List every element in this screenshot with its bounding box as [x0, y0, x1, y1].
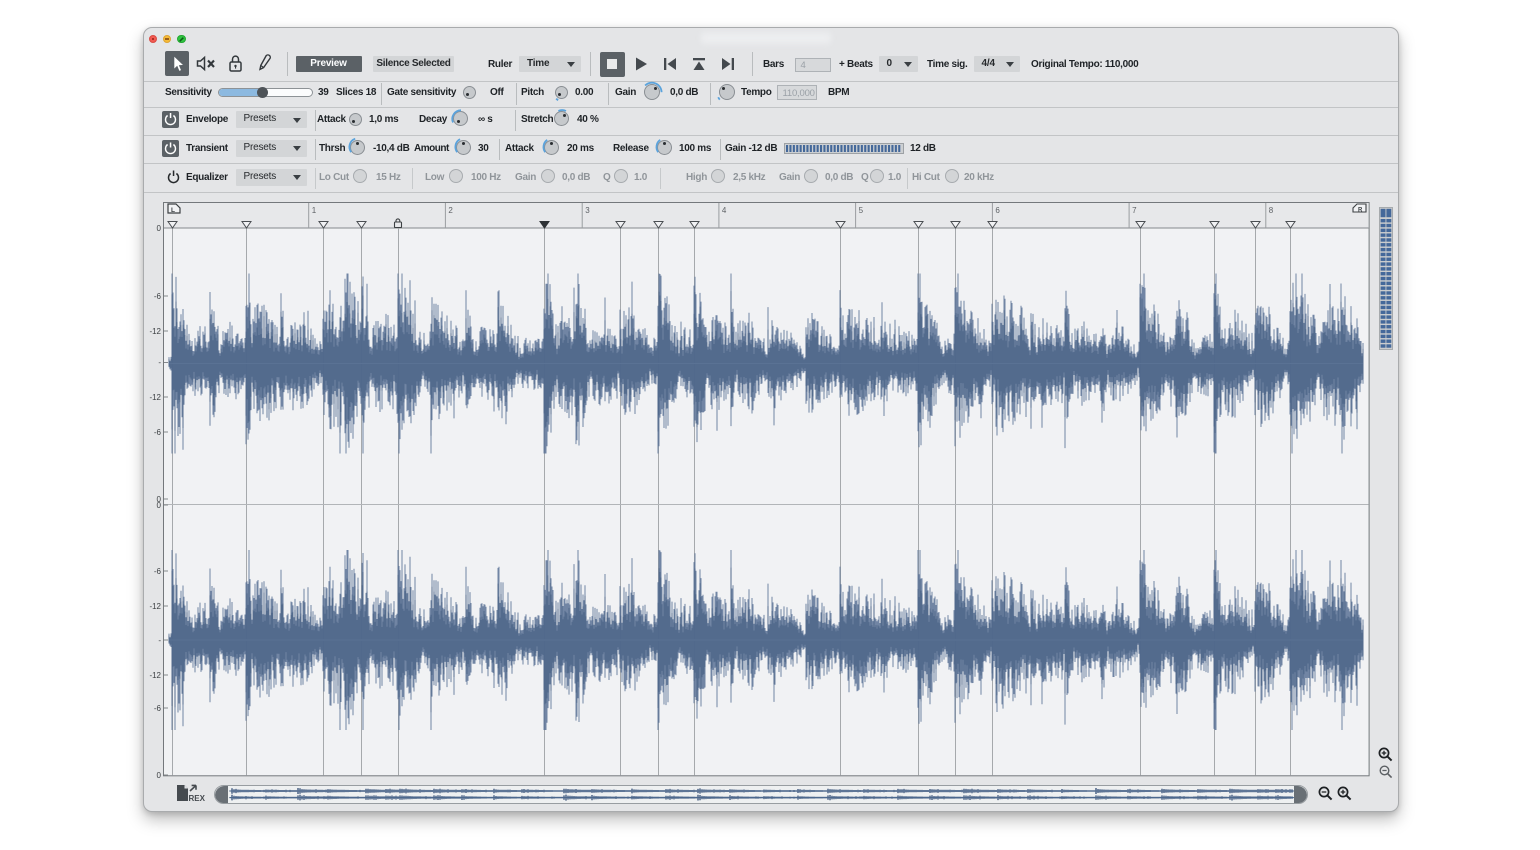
svg-text:4: 4 [722, 206, 727, 215]
svg-text:R: R [1358, 208, 1363, 214]
svg-text:5: 5 [859, 206, 864, 215]
svg-text:L: L [171, 207, 175, 214]
svg-text:1: 1 [312, 206, 317, 215]
svg-text:2: 2 [448, 206, 453, 215]
svg-text:7: 7 [1132, 206, 1137, 215]
svg-text:3: 3 [585, 206, 590, 215]
svg-text:8: 8 [1269, 206, 1274, 215]
svg-text:6: 6 [995, 206, 1000, 215]
